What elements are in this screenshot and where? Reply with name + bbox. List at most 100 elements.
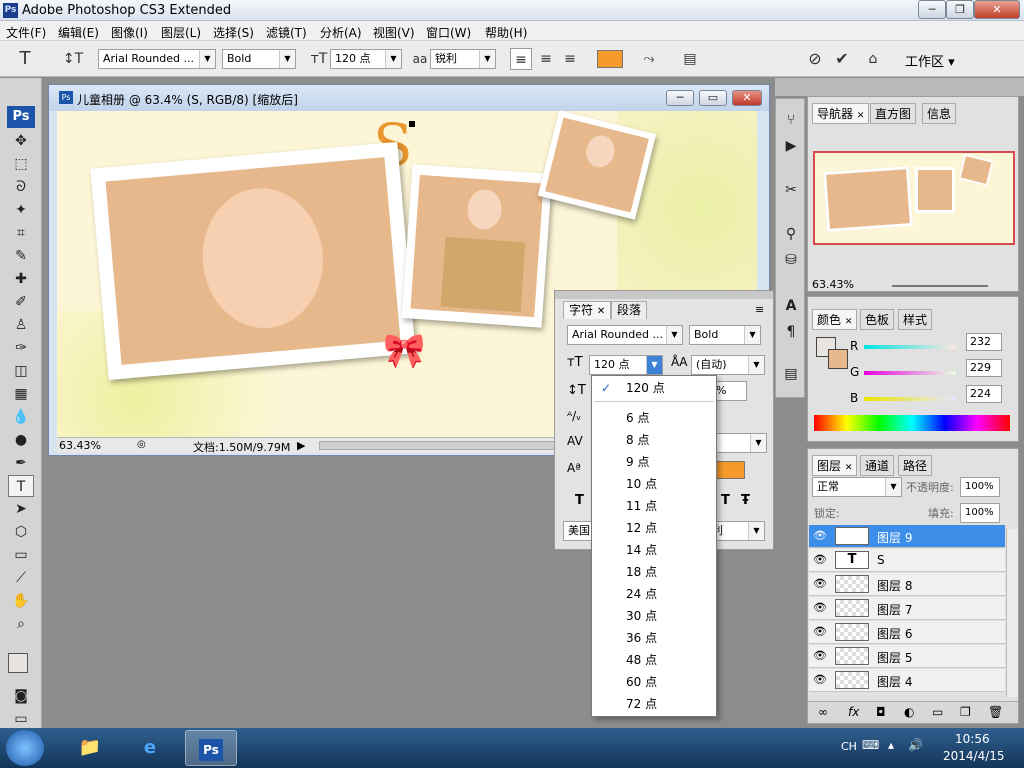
quick-mask-icon[interactable]: ◙ [8, 685, 34, 707]
eraser-tool-icon[interactable]: ◫ [8, 360, 34, 382]
close-button[interactable]: ✕ [974, 0, 1020, 19]
type-tool-preset-icon[interactable]: T [14, 48, 36, 70]
doc-minimize-button[interactable]: ─ [666, 90, 694, 106]
eye-icon[interactable]: 👁 [812, 601, 828, 615]
warp-text-icon[interactable]: ⤳ [638, 48, 660, 70]
size-option[interactable]: 11 点 [593, 495, 715, 517]
tab-paragraph[interactable]: 段落 [611, 301, 648, 319]
eye-icon[interactable]: 👁 [812, 673, 828, 687]
language-indicator[interactable]: CH [841, 740, 857, 753]
menu-analysis[interactable]: 分析(A) [320, 24, 362, 41]
blur-tool-icon[interactable]: 💧 [8, 406, 34, 428]
new-group-icon[interactable]: ▭ [932, 705, 943, 719]
hand-tool-icon[interactable]: ✋ [8, 590, 34, 612]
delete-layer-icon[interactable]: 🗑 [988, 705, 1003, 719]
navigator-zoom[interactable]: 63.43% [812, 278, 854, 291]
toggle-text-orientation-icon[interactable]: ↕T [62, 48, 84, 70]
close-icon[interactable]: ✕ [845, 317, 853, 327]
shape-tool-icon[interactable]: ⬡ [8, 521, 34, 543]
char-font-family-select[interactable]: Arial Rounded ... ▼ [567, 325, 683, 345]
blend-mode-select[interactable]: 正常 ▼ [812, 477, 902, 497]
eyedropper-tool-icon[interactable]: ⟋ [8, 567, 34, 589]
volume-icon[interactable]: 🔊 [908, 738, 923, 752]
doc-maximize-button[interactable]: ▭ [699, 90, 727, 106]
layer-row[interactable]: 👁 图层 6 [809, 621, 1005, 644]
toggle-panels-icon[interactable]: ▤ [679, 48, 701, 70]
slice-tool-icon[interactable]: ✎ [8, 245, 34, 267]
crop-tool-icon[interactable]: ⌗ [8, 222, 34, 244]
menu-image[interactable]: 图像(I) [111, 24, 148, 41]
size-option[interactable]: 72 点 [593, 693, 715, 715]
strikethrough-button[interactable]: T [721, 493, 730, 508]
healing-brush-tool-icon[interactable]: ✚ [8, 268, 34, 290]
ie-taskbar-icon[interactable]: e [124, 730, 176, 766]
font-style-select[interactable]: Bold ▼ [222, 49, 296, 69]
brush-tool-icon[interactable]: ✐ [8, 291, 34, 313]
size-option[interactable]: 30 点 [593, 605, 715, 627]
size-option[interactable]: 18 点 [593, 561, 715, 583]
notes-tool-icon[interactable]: ▭ [8, 544, 34, 566]
faux-bold-button[interactable]: T [575, 493, 584, 508]
menu-edit[interactable]: 编辑(E) [58, 24, 99, 41]
tray-chevron-icon[interactable]: ▴ [888, 738, 894, 752]
size-option[interactable]: 24 点 [593, 583, 715, 605]
layer-style-icon[interactable]: fx [848, 705, 859, 719]
antialias-select[interactable]: 锐利 ▼ [430, 49, 496, 69]
menu-file[interactable]: 文件(F) [6, 24, 46, 41]
clock-date[interactable]: 2014/4/15 [943, 749, 1005, 763]
eye-icon[interactable]: 👁 [812, 553, 828, 567]
tool-presets-icon[interactable]: ✂ [778, 179, 804, 201]
screen-mode-icon[interactable]: ▭ [8, 708, 34, 730]
g-input[interactable]: 229 [966, 359, 1002, 377]
leading-select[interactable]: (自动) ▼ [691, 355, 765, 375]
size-option[interactable]: 48 点 [593, 649, 715, 671]
type-tool-icon[interactable]: T [8, 475, 34, 497]
eye-icon[interactable]: 👁 [812, 625, 828, 639]
layers-scrollbar[interactable] [1006, 529, 1018, 697]
size-option[interactable]: 9 点 [593, 451, 715, 473]
adjustment-layer-icon[interactable]: ◐ [904, 705, 914, 719]
path-selection-tool-icon[interactable]: ➤ [8, 498, 34, 520]
layer-row[interactable]: 👁 图层 7 [809, 597, 1005, 620]
tab-swatches[interactable]: 色板 [860, 309, 895, 330]
status-menu-icon[interactable]: ◎ [137, 439, 146, 450]
menu-filter[interactable]: 滤镜(T) [266, 24, 307, 41]
close-icon[interactable]: ✕ [597, 306, 605, 317]
layer-row[interactable]: 👁 T S [809, 549, 1005, 572]
align-right-icon[interactable]: ≡ [559, 48, 581, 70]
brushes-panel-icon[interactable]: ⚲ [778, 223, 804, 245]
layer-row[interactable]: 👁 T 图层 9 [809, 525, 1005, 548]
font-size-select[interactable]: 120 点 ▼ [330, 49, 402, 69]
color-background-swatch[interactable] [828, 349, 848, 369]
fill-input[interactable]: 100% [960, 503, 1000, 523]
lasso-tool-icon[interactable]: ᘐ [8, 176, 34, 198]
size-option[interactable]: 14 点 [593, 539, 715, 561]
eye-icon[interactable]: 👁 [812, 529, 828, 543]
gradient-tool-icon[interactable]: ▦ [8, 383, 34, 405]
char-font-style-select[interactable]: Bold ▼ [689, 325, 761, 345]
size-option[interactable]: 8 点 [593, 429, 715, 451]
tab-info[interactable]: 信息 [922, 103, 957, 124]
workspace-button[interactable]: 工作区 ▾ [905, 51, 955, 70]
size-option-current[interactable]: ✓ 120 点 [593, 377, 715, 399]
magic-wand-tool-icon[interactable]: ✦ [8, 199, 34, 221]
start-button[interactable] [6, 730, 44, 766]
b-slider[interactable] [864, 397, 956, 401]
close-icon[interactable]: ✕ [845, 463, 853, 473]
dodge-tool-icon[interactable]: ● [8, 429, 34, 451]
commit-edit-icon[interactable]: ✔ [831, 48, 853, 70]
new-layer-icon[interactable]: ❐ [960, 705, 971, 719]
maximize-button[interactable]: ❐ [946, 0, 974, 19]
tab-channels[interactable]: 通道 [860, 455, 895, 476]
layer-row[interactable]: 👁 图层 4 [809, 669, 1005, 692]
navigator-preview[interactable] [813, 151, 1015, 245]
explorer-taskbar-icon[interactable]: 📁 [64, 730, 116, 766]
menu-window[interactable]: 窗口(W) [426, 24, 471, 41]
layer-comps-icon[interactable]: ▤ [778, 363, 804, 385]
tab-layers[interactable]: 图层 ✕ [812, 455, 858, 476]
color-spectrum-bar[interactable] [814, 415, 1010, 431]
minimize-button[interactable]: ─ [918, 0, 946, 19]
document-title-bar[interactable]: Ps 儿童相册 @ 63.4% (S, RGB/8) [缩放后] ─ ▭ ✕ [49, 85, 769, 111]
eye-icon[interactable]: 👁 [812, 577, 828, 591]
menu-help[interactable]: 帮助(H) [485, 24, 527, 41]
